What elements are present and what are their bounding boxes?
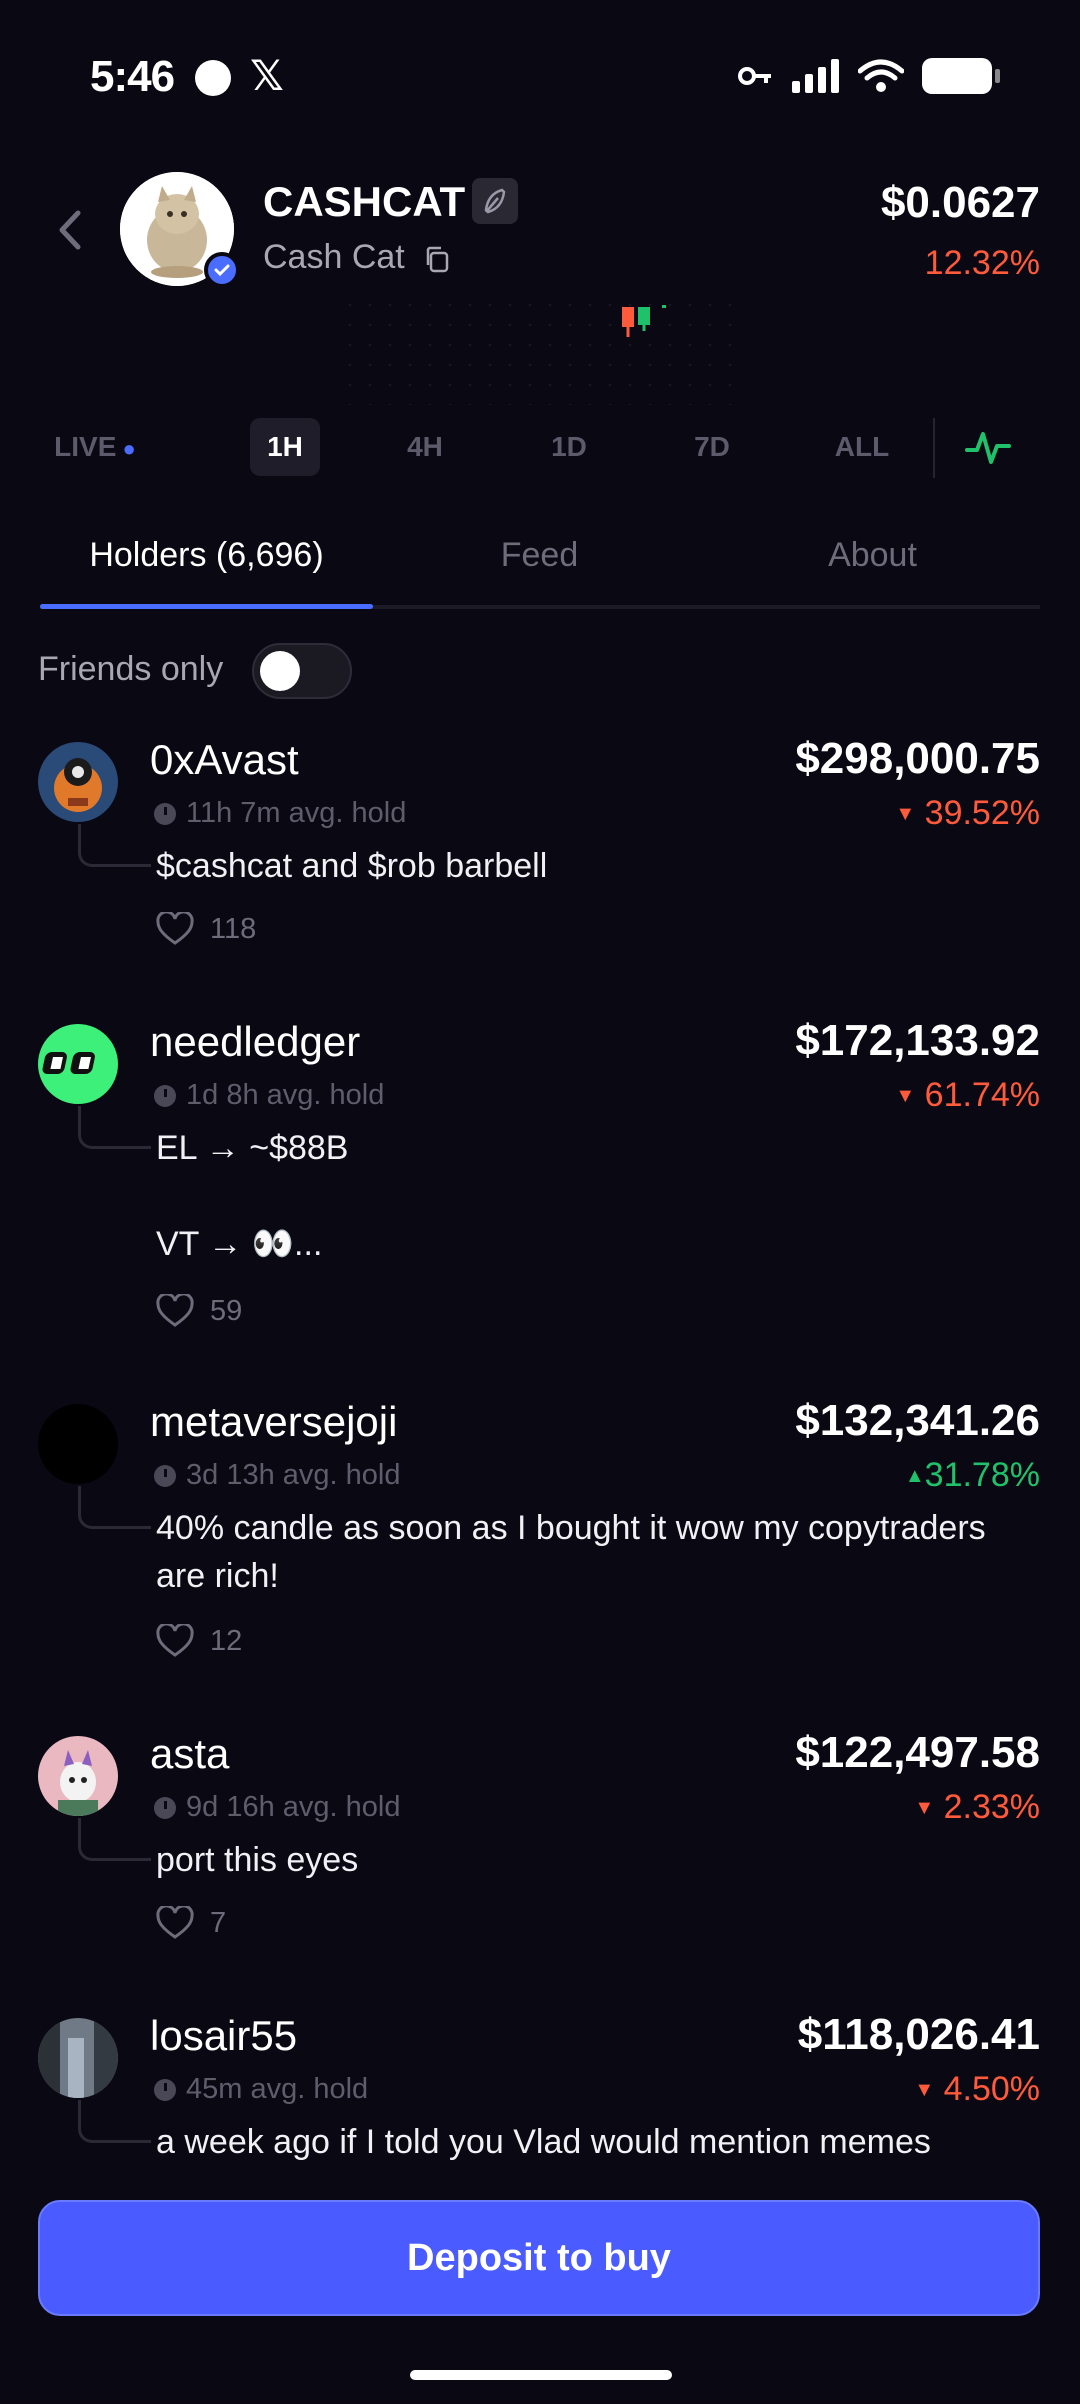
back-chevron-icon[interactable] [50, 205, 90, 255]
holder-name[interactable]: losair55 [150, 2012, 297, 2060]
holder-change: ▼ 2.33% [914, 1788, 1040, 1826]
holder-change: ▼ 39.52% [895, 794, 1040, 832]
heart-icon [156, 1294, 194, 1327]
comment-connector [78, 2100, 151, 2143]
like-button[interactable]: 118 [156, 912, 256, 946]
notification-dot-icon [195, 60, 231, 96]
wifi-icon [858, 59, 904, 92]
home-indicator[interactable] [410, 2370, 672, 2380]
holder-value: $122,497.58 [795, 1728, 1040, 1777]
chart-type-line-icon[interactable] [965, 428, 1011, 468]
deposit-to-buy-button[interactable]: Deposit to buy [38, 2200, 1040, 2316]
like-button[interactable]: 7 [156, 1906, 226, 1940]
like-button[interactable]: 59 [156, 1294, 242, 1328]
edit-token-button[interactable] [472, 178, 518, 224]
heart-icon [156, 912, 194, 945]
holder-comment: $cashcat and $rob barbell [156, 847, 548, 885]
holder-change: ▼ 4.50% [914, 2070, 1040, 2108]
clock-icon [154, 1464, 176, 1487]
friends-only-label: Friends only [38, 650, 224, 688]
like-button[interactable]: 12 [156, 1624, 242, 1658]
tab-bar: Holders (6,696) Feed About [40, 525, 1040, 609]
holder-comment: 40% candle as soon as I bought it wow my… [156, 1509, 986, 1595]
heart-icon [156, 1624, 194, 1657]
battery-icon [922, 58, 1000, 94]
like-count: 59 [210, 1294, 243, 1327]
holder-avatar [38, 2018, 118, 2098]
holder-avg-hold: 9d 16h avg. hold [154, 1791, 400, 1824]
tf-live[interactable]: LIVE ● [40, 418, 150, 476]
holder-name[interactable]: metaversejoji [150, 1398, 397, 1446]
holder-avatar [38, 742, 118, 822]
holder-name[interactable]: asta [150, 1730, 229, 1778]
tf-all[interactable]: ALL [822, 418, 902, 476]
holder-avatar [38, 1404, 118, 1484]
status-icons [738, 58, 1000, 94]
toggle-knob [260, 651, 300, 691]
clock-icon [154, 2078, 176, 2101]
tf-4h[interactable]: 4H [390, 418, 460, 476]
holder-avg-hold: 45m avg. hold [154, 2073, 368, 2106]
tf-1h[interactable]: 1H [250, 418, 320, 476]
token-change: 12.32% [924, 244, 1040, 282]
friends-only-toggle[interactable] [252, 643, 352, 699]
holder-comment: EL → ~$88B VT → 👀... [156, 1129, 349, 1263]
like-count: 12 [210, 1624, 243, 1657]
like-count: 7 [210, 1906, 227, 1939]
comment-connector [78, 1106, 151, 1149]
tf-1d[interactable]: 1D [534, 418, 604, 476]
status-bar: 5:46 𝕏 [0, 0, 1080, 160]
clock-icon [154, 1084, 176, 1107]
holder-avg-hold: 11h 7m avg. hold [154, 797, 406, 830]
clock-icon [154, 802, 176, 825]
heart-icon [156, 1906, 194, 1939]
comment-connector [78, 1486, 151, 1529]
holder-change: ▼ 61.74% [895, 1076, 1040, 1114]
holder-value: $118,026.41 [797, 2010, 1040, 2059]
holder-change: ▲31.78% [904, 1456, 1040, 1494]
signal-icon [792, 59, 839, 93]
comment-connector [78, 1818, 151, 1861]
price-chart[interactable] [0, 295, 1080, 405]
verified-badge-icon [204, 252, 240, 288]
holder-name[interactable]: 0xAvast [150, 736, 299, 784]
timeframe-divider [933, 418, 935, 478]
holder-value: $132,341.26 [795, 1396, 1040, 1445]
like-count: 118 [210, 912, 257, 945]
holder-value: $298,000.75 [795, 734, 1040, 783]
key-icon [738, 67, 771, 85]
holder-value: $172,133.92 [795, 1016, 1040, 1065]
candle-green [638, 307, 650, 325]
feather-icon [484, 188, 506, 214]
x-app-icon: 𝕏 [250, 52, 284, 99]
tf-7d[interactable]: 7D [677, 418, 747, 476]
holder-comment: port this eyes [156, 1841, 359, 1879]
token-name: Cash Cat [263, 238, 405, 276]
holder-avg-hold: 3d 13h avg. hold [154, 1459, 400, 1492]
status-time: 5:46 [90, 52, 175, 101]
candle-small [662, 305, 666, 308]
timeframe-selector: LIVE ● 1H 4H 1D 7D ALL [40, 418, 1040, 478]
token-price: $0.0627 [880, 178, 1040, 227]
clock-icon [154, 1796, 176, 1819]
copy-icon[interactable] [422, 244, 452, 274]
holder-avatar [38, 1736, 118, 1816]
holder-comment: a week ago if I told you Vlad would ment… [156, 2123, 931, 2161]
candle-red [622, 307, 634, 327]
token-ticker: CASHCAT [263, 178, 466, 225]
comment-connector [78, 824, 151, 867]
holder-name[interactable]: needledger [150, 1018, 360, 1066]
holder-avatar [38, 1024, 118, 1104]
holder-avg-hold: 1d 8h avg. hold [154, 1079, 384, 1112]
tab-feed[interactable]: Feed [373, 525, 706, 585]
tab-about[interactable]: About [706, 525, 1039, 585]
active-tab-indicator [40, 604, 373, 609]
tab-holders[interactable]: Holders (6,696) [40, 525, 373, 585]
